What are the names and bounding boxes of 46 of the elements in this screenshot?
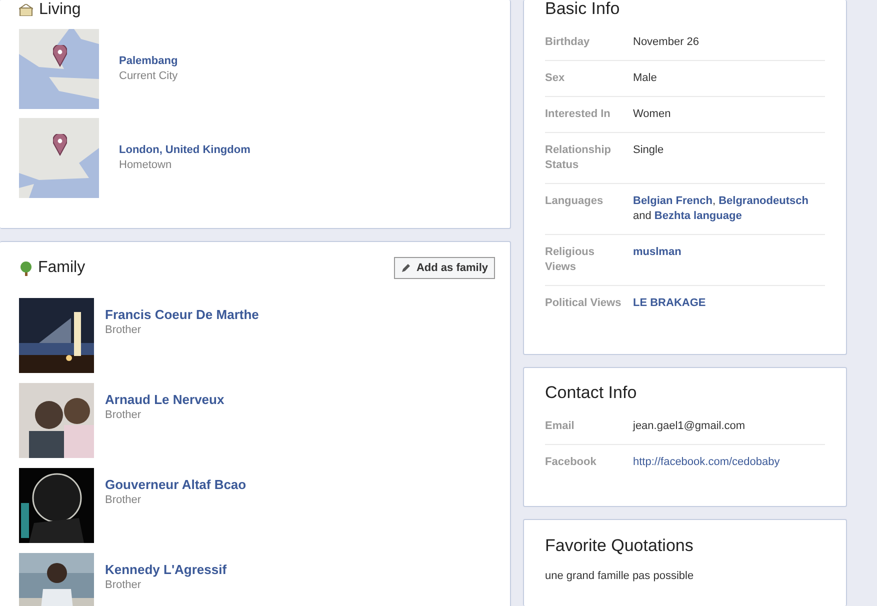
field-label: Languages (545, 194, 604, 209)
value-link[interactable]: Bezhta language (654, 210, 742, 222)
value-link[interactable]: Belgranodeutsch (718, 195, 808, 207)
member-link[interactable]: Arnaud Le Nerveux (105, 392, 224, 408)
place-type: Current City (119, 69, 178, 84)
member-link[interactable]: Kennedy L'Agressif (105, 562, 227, 578)
field-label: Religious Views (545, 245, 596, 275)
value-link[interactable]: muslman (633, 246, 682, 258)
section-title: Contact Info (545, 383, 638, 403)
profile-link[interactable]: http://facebook.com/cedobaby (633, 456, 780, 468)
member-relation: Brother (105, 323, 142, 338)
field-label: Email (545, 419, 576, 434)
map-pin-icon (53, 45, 67, 67)
member-link[interactable]: Francis Coeur De Marthe (105, 307, 259, 323)
value-text: Male (633, 72, 657, 84)
place-type: Hometown (119, 158, 173, 173)
member-relation: Brother (105, 493, 142, 508)
section-title: Favorite Quotations (545, 536, 694, 556)
value-text: , (712, 195, 716, 207)
section-title: Basic Info (545, 0, 621, 19)
section-title: Living (39, 0, 81, 20)
tree-icon (19, 260, 33, 276)
house-icon (19, 4, 33, 16)
value-text: November 26 (633, 36, 700, 48)
section-title: Family (38, 258, 86, 278)
value-link[interactable]: Belgian French (633, 195, 712, 207)
pencil-icon (401, 263, 412, 273)
field-label: Birthday (545, 35, 591, 50)
value-text: and (633, 210, 652, 222)
value-link[interactable]: LE BRAKAGE (633, 297, 706, 309)
value-text: jean.gael1@gmail.com (633, 420, 746, 432)
value-text: Women (633, 108, 671, 120)
member-relation: Brother (105, 408, 142, 423)
field-label: Political Views (545, 296, 622, 311)
member-relation: Brother (105, 578, 142, 593)
quotation-text: une grand famille pas possible (545, 569, 695, 584)
place-link[interactable]: London, United Kingdom (119, 143, 250, 158)
map-pin-icon (53, 134, 67, 156)
field-label: Sex (545, 71, 566, 86)
value-text: Single (633, 144, 664, 156)
add-family-button[interactable]: Add as family (394, 257, 495, 279)
field-label: Relationship Status (545, 143, 612, 173)
field-label: Facebook (545, 455, 598, 470)
place-link[interactable]: Palembang (119, 54, 178, 69)
member-link[interactable]: Gouverneur Altaf Bcao (105, 477, 246, 493)
field-label: Interested In (545, 107, 612, 122)
